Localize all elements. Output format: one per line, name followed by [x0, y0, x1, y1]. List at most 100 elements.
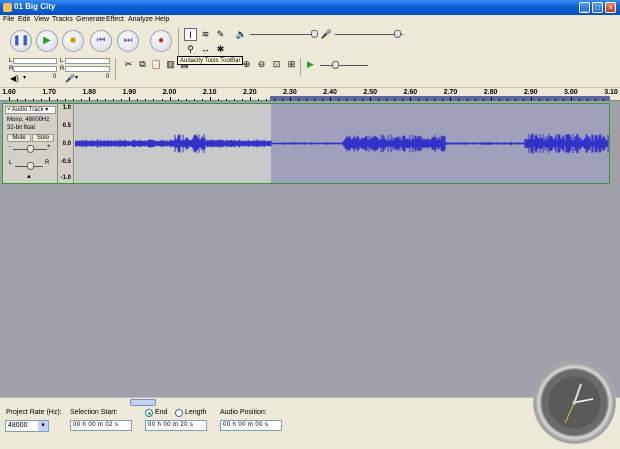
timeshift-tool-icon[interactable]: ↔: [199, 43, 212, 56]
pan-right-label: R: [45, 160, 50, 166]
menu-help[interactable]: Help: [155, 16, 169, 23]
ruler-tick-label: 1.60: [2, 89, 16, 96]
selection-start-field[interactable]: 00 h 00 m 02 s: [70, 420, 132, 431]
audacity-app-icon: [3, 3, 12, 12]
collapse-track-icon[interactable]: ▲: [26, 174, 32, 180]
ruler-tick-label: 2.60: [403, 89, 418, 96]
pan-slider[interactable]: [27, 162, 34, 170]
ruler-tick-label: 2.30: [283, 89, 297, 96]
end-label: End: [155, 409, 168, 416]
meter-l-label: L: [9, 58, 13, 64]
menu-tracks[interactable]: Tracks: [52, 16, 73, 23]
pause-button[interactable]: ❚❚: [10, 30, 32, 52]
pause-icon: ❚❚: [12, 35, 30, 46]
audio-track[interactable]: × Audio Track ▾ Mono, 48000Hz 32-bit flo…: [2, 103, 610, 184]
gain-minus-label: -: [9, 144, 11, 150]
ruler-tick-label: 1.90: [122, 89, 137, 96]
maximize-button[interactable]: □: [592, 2, 603, 13]
meter-r-label-2: R: [60, 66, 65, 72]
tools-tooltip: Audacity Tools ToolBar: [177, 56, 244, 65]
draw-tool-icon[interactable]: ✎: [214, 28, 227, 41]
speed-slider[interactable]: [332, 61, 339, 69]
copy-icon[interactable]: ⧉: [136, 58, 149, 71]
selection-end-field[interactable]: 00 h 00 m 20 s: [145, 420, 207, 431]
ruler-tick-label: 1.70: [42, 89, 56, 96]
toolbar-separator: [115, 58, 116, 80]
close-track-icon[interactable]: ×: [7, 107, 11, 113]
scale-label: 0.5: [62, 123, 71, 129]
mic-meter-icon: 🎤: [65, 74, 75, 83]
speaker-meter-icon: ◀): [10, 74, 19, 83]
fit-selection-icon[interactable]: ⊡: [270, 58, 283, 71]
skip-to-start-button[interactable]: ⏮: [90, 30, 112, 52]
track-name: Audio Track: [11, 107, 44, 113]
track-panel[interactable]: × Audio Track ▾ Mono, 48000Hz 32-bit flo…: [0, 101, 620, 397]
project-rate-select[interactable]: 48000 ▾: [5, 420, 49, 432]
envelope-tool-icon[interactable]: ≋: [199, 28, 212, 41]
menu-generate[interactable]: Generate: [76, 16, 105, 23]
ruler-tick-label: 2.80: [483, 89, 498, 96]
project-rate-value: 48000: [8, 422, 28, 429]
horizontal-scrollbar[interactable]: [0, 397, 620, 406]
record-icon: ●: [157, 35, 165, 46]
menu-file[interactable]: File: [3, 16, 14, 23]
solo-button[interactable]: Solo: [32, 134, 54, 142]
timeline-ruler[interactable]: 1.60 1.70 1.80 1.90 2.00 2.10 2.20 2.30 2.40 2.50…: [0, 88, 620, 101]
audio-position-field[interactable]: 00 h 00 m 00 s: [220, 420, 282, 431]
toolbars: ❚❚ ▶ ■ ⏮ ⏭ ● I ≋ ✎ ⚲ ↔ ✱ 🔈 🎤 L R L R ◀) …: [0, 26, 620, 88]
trim-icon[interactable]: ▥: [164, 58, 177, 71]
zoom-out-icon[interactable]: ⊖: [255, 58, 268, 71]
speaker-icon: 🔈: [235, 29, 248, 39]
chevron-down-icon: ▾: [45, 107, 49, 113]
ruler-tick-label: 2.70: [443, 89, 458, 96]
ruler-tick-label: 2.10: [202, 89, 217, 96]
stop-button[interactable]: ■: [62, 30, 84, 52]
ruler-tick-label: 3.00: [564, 89, 578, 96]
fit-project-icon[interactable]: ⊞: [285, 58, 298, 71]
skip-end-icon: ⏭: [123, 35, 133, 46]
meter-l-label-2: L: [60, 58, 64, 64]
playback-volume-slider[interactable]: [311, 30, 318, 38]
play-at-speed-icon[interactable]: ▶: [304, 58, 317, 71]
zoom-tool-icon[interactable]: ⚲: [184, 43, 197, 56]
waveform[interactable]: [75, 104, 609, 183]
playback-meter-l: [13, 58, 57, 64]
selection-start-label: Selection Start:: [70, 409, 118, 416]
paste-icon[interactable]: 📋: [150, 58, 163, 71]
ruler-tick-label: 2.50: [363, 89, 377, 96]
selection-tool-icon[interactable]: I: [184, 28, 197, 41]
menu-bar: File Edit View Tracks Generate Effect An…: [0, 15, 620, 26]
end-radio[interactable]: [145, 409, 153, 417]
record-button[interactable]: ●: [150, 30, 172, 52]
recording-volume-track: [335, 34, 403, 35]
menu-edit[interactable]: Edit: [18, 16, 30, 23]
length-radio[interactable]: [175, 409, 183, 417]
mute-button[interactable]: Mute: [7, 134, 31, 142]
record-meter-dropdown-icon[interactable]: ▾: [75, 74, 78, 81]
skip-to-end-button[interactable]: ⏭: [117, 30, 139, 52]
close-button[interactable]: ×: [605, 2, 616, 13]
menu-analyze[interactable]: Analyze: [128, 16, 153, 23]
selection-toolbar: Project Rate (Hz): 48000 ▾ Selection Sta…: [0, 406, 620, 449]
menu-view[interactable]: View: [34, 16, 49, 23]
track-name-dropdown[interactable]: × Audio Track ▾: [5, 106, 56, 114]
audio-position-label: Audio Position:: [220, 409, 267, 416]
menu-effect[interactable]: Effect: [106, 16, 124, 23]
minimize-button[interactable]: _: [579, 2, 590, 13]
ruler-tick-label: 2.20: [242, 89, 257, 96]
multi-tool-icon[interactable]: ✱: [214, 43, 227, 56]
ruler-tick-label: 2.90: [523, 89, 538, 96]
window-title: 01 Big City: [14, 2, 56, 11]
play-icon: ▶: [43, 35, 51, 46]
playback-volume-track: [250, 34, 318, 35]
scrollbar-thumb[interactable]: [130, 399, 156, 406]
gain-slider[interactable]: [27, 145, 34, 153]
cut-icon[interactable]: ✂: [122, 58, 135, 71]
play-button[interactable]: ▶: [36, 30, 58, 52]
track-bit-depth: 32-bit float: [7, 125, 36, 131]
scale-label: -1.0: [60, 175, 71, 181]
clock-gadget: [533, 361, 616, 444]
recording-volume-slider[interactable]: [394, 30, 401, 38]
meter-dropdown-icon[interactable]: ▾: [23, 74, 26, 81]
track-control-panel: × Audio Track ▾ Mono, 48000Hz 32-bit flo…: [3, 104, 58, 183]
